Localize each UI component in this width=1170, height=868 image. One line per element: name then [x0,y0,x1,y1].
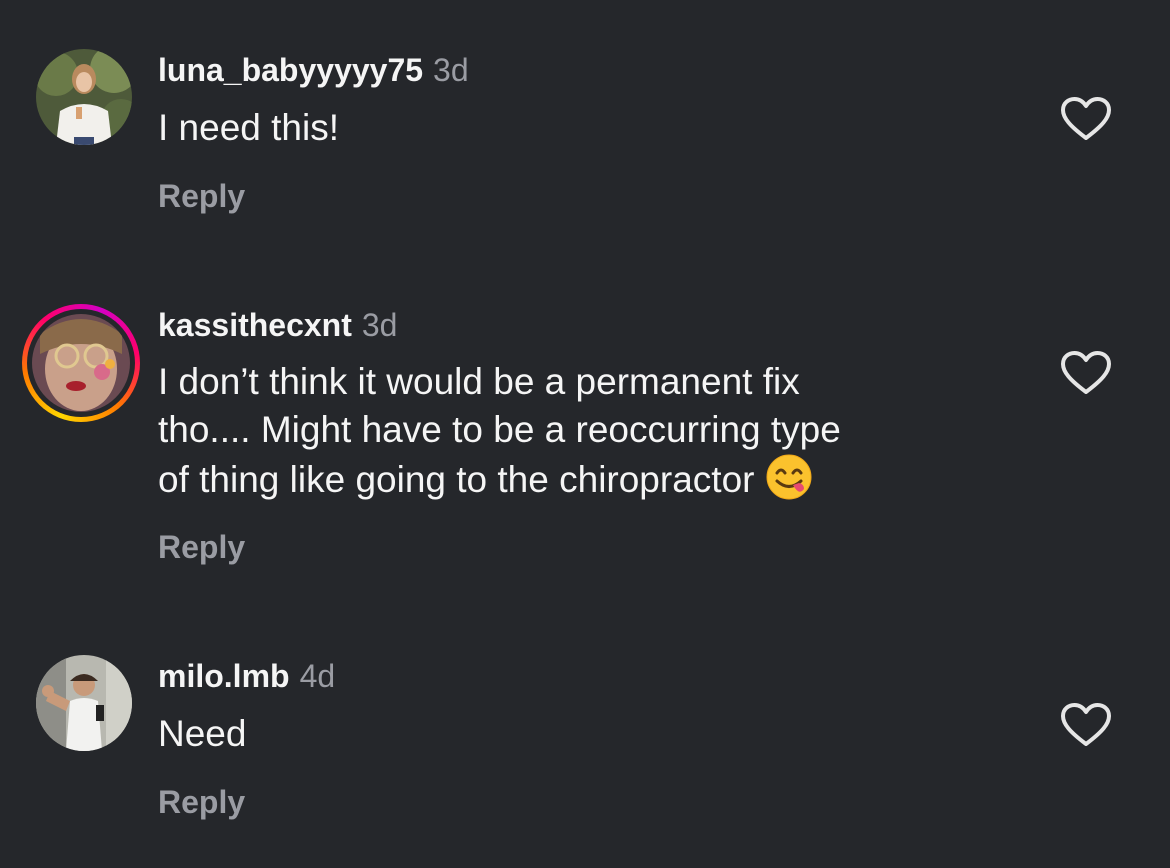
comment-header: milo.lmb 4d [158,656,335,696]
comment-text: I don’t think it would be a permanent fi… [158,358,978,512]
reply-button[interactable]: Reply [158,176,245,216]
story-ring[interactable] [22,304,140,422]
avatar[interactable] [36,655,132,751]
reply-button[interactable]: Reply [158,782,245,822]
heart-outline-icon[interactable] [1060,350,1112,396]
avatar [32,314,130,412]
timestamp: 3d [433,52,469,88]
heart-outline-icon[interactable] [1060,702,1112,748]
comment-text-line: I need this! [158,107,340,148]
face-savoring-food-emoji [766,454,812,512]
avatar[interactable] [36,49,132,145]
heart-outline-icon[interactable] [1060,96,1112,142]
username-link[interactable]: luna_babyyyyy75 [158,52,423,88]
comment-text-line: I don’t think it would be a permanent fi… [158,361,800,402]
comment-text: I need this! [158,104,978,152]
timestamp: 3d [361,307,398,343]
username-link[interactable]: kassithecxnt [158,307,352,343]
comment-text-line: tho.... Might have to be a reoccurring t… [158,409,841,450]
comment-text-line: Need [158,713,247,754]
username-link[interactable]: milo.lmb [158,658,290,694]
comment-text: Need [158,710,978,758]
comment-text-line: of thing like going to the chiropractor [158,454,978,512]
comment-header: kassithecxnt 3d [158,305,397,345]
reply-button[interactable]: Reply [158,527,245,567]
comment-header: luna_babyyyyy75 3d [158,50,469,90]
timestamp: 4d [299,658,336,694]
